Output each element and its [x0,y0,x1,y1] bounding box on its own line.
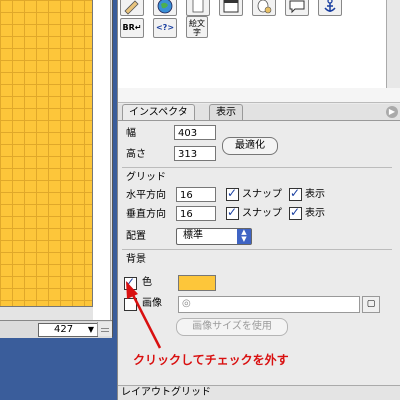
blank-page-icon[interactable] [186,0,210,16]
horizontal-spacing-field[interactable]: 16 [176,187,216,202]
tab-inspector-label: インスペクタ [129,107,188,118]
height-field[interactable]: 313 [174,146,216,161]
tab-view[interactable]: 表示 [209,104,243,120]
speech-bubble-icon[interactable] [285,0,309,16]
background-color-swatch[interactable] [178,275,216,291]
line-break-label: BR [122,23,135,32]
window-icon[interactable] [219,0,243,16]
vertical-show-label: 表示 [305,208,325,219]
vertical-show-checkbox[interactable] [289,205,302,220]
palette-scrollbar[interactable] [386,0,400,88]
point-to-file-icon[interactable]: ◎ [182,298,191,310]
popup-arrows-icon: ▲ ▼ [237,229,251,244]
optimize-button[interactable]: 最適化 [222,137,278,155]
zoom-value: 427 [54,324,74,335]
width-label: 幅 [126,128,136,139]
separator [122,249,392,250]
objects-palette: BR↵ <?> 絵文字 [117,0,400,89]
background-image-field[interactable]: ◎ [178,296,360,313]
horizontal-show-label: 表示 [305,189,325,200]
code-icon[interactable]: <?> [153,18,177,38]
vertical-label: 垂直方向 [126,209,166,220]
background-color-label: 色 [142,277,152,288]
placement-value: 標準 [183,230,203,241]
vertical-snap-checkbox[interactable] [226,205,239,220]
text-image-icon[interactable]: 絵文字 [186,16,208,38]
horizontal-label: 水平方向 [126,190,166,201]
background-color-checkbox[interactable] [124,275,137,290]
zoom-popup[interactable]: 427 ▼ [38,323,98,337]
popup-arrow-icon: ▼ [87,325,94,334]
background-section-label: 背景 [126,254,146,265]
height-label: 高さ [126,149,146,160]
layout-grid-canvas[interactable] [0,0,93,307]
document-margin [93,0,111,320]
text-image-label: 絵文字 [189,19,205,37]
anchor-icon[interactable] [318,0,342,16]
placement-label: 配置 [126,231,146,242]
use-image-size-button[interactable]: 画像サイズを使用 [176,318,288,336]
horizontal-snap-checkbox[interactable] [226,186,239,201]
line-break-icon[interactable]: BR↵ [120,18,144,38]
horizontal-show-checkbox[interactable] [289,186,302,201]
code-label: <?> [155,23,175,32]
globe-icon[interactable] [153,0,177,16]
browse-folder-icon[interactable]: ▢ [362,296,380,313]
vertical-snap-label: スナップ [242,208,282,219]
vertical-spacing-field[interactable]: 16 [176,206,216,221]
inspector-status-bar: レイアウトグリッド [118,385,400,400]
mouse-icon[interactable] [252,0,276,16]
annotation-text: クリックしてチェックを外す [133,353,289,367]
grid-section-label: グリッド [126,172,166,183]
separator [122,167,392,168]
tab-view-label: 表示 [216,107,236,118]
background-image-checkbox[interactable] [124,298,137,311]
status-text: レイアウトグリッド [121,387,211,398]
width-field[interactable]: 403 [174,125,216,140]
background-image-label: 画像 [142,298,162,309]
inspector-tab-bar: インスペクタ 表示 ▶ [118,104,400,121]
panel-menu-icon[interactable]: ▶ [386,106,398,118]
tab-inspector[interactable]: インスペクタ [122,104,195,120]
inspector-title-bar[interactable] [118,88,400,103]
resize-grip-icon[interactable] [97,322,112,336]
placement-popup[interactable]: 標準 ▲ ▼ [176,228,252,245]
layout-document-window: 427 ▼ [0,0,113,338]
pencil-tool-icon[interactable] [120,0,144,16]
document-status-bar: 427 ▼ [0,320,112,338]
horizontal-snap-label: スナップ [242,189,282,200]
